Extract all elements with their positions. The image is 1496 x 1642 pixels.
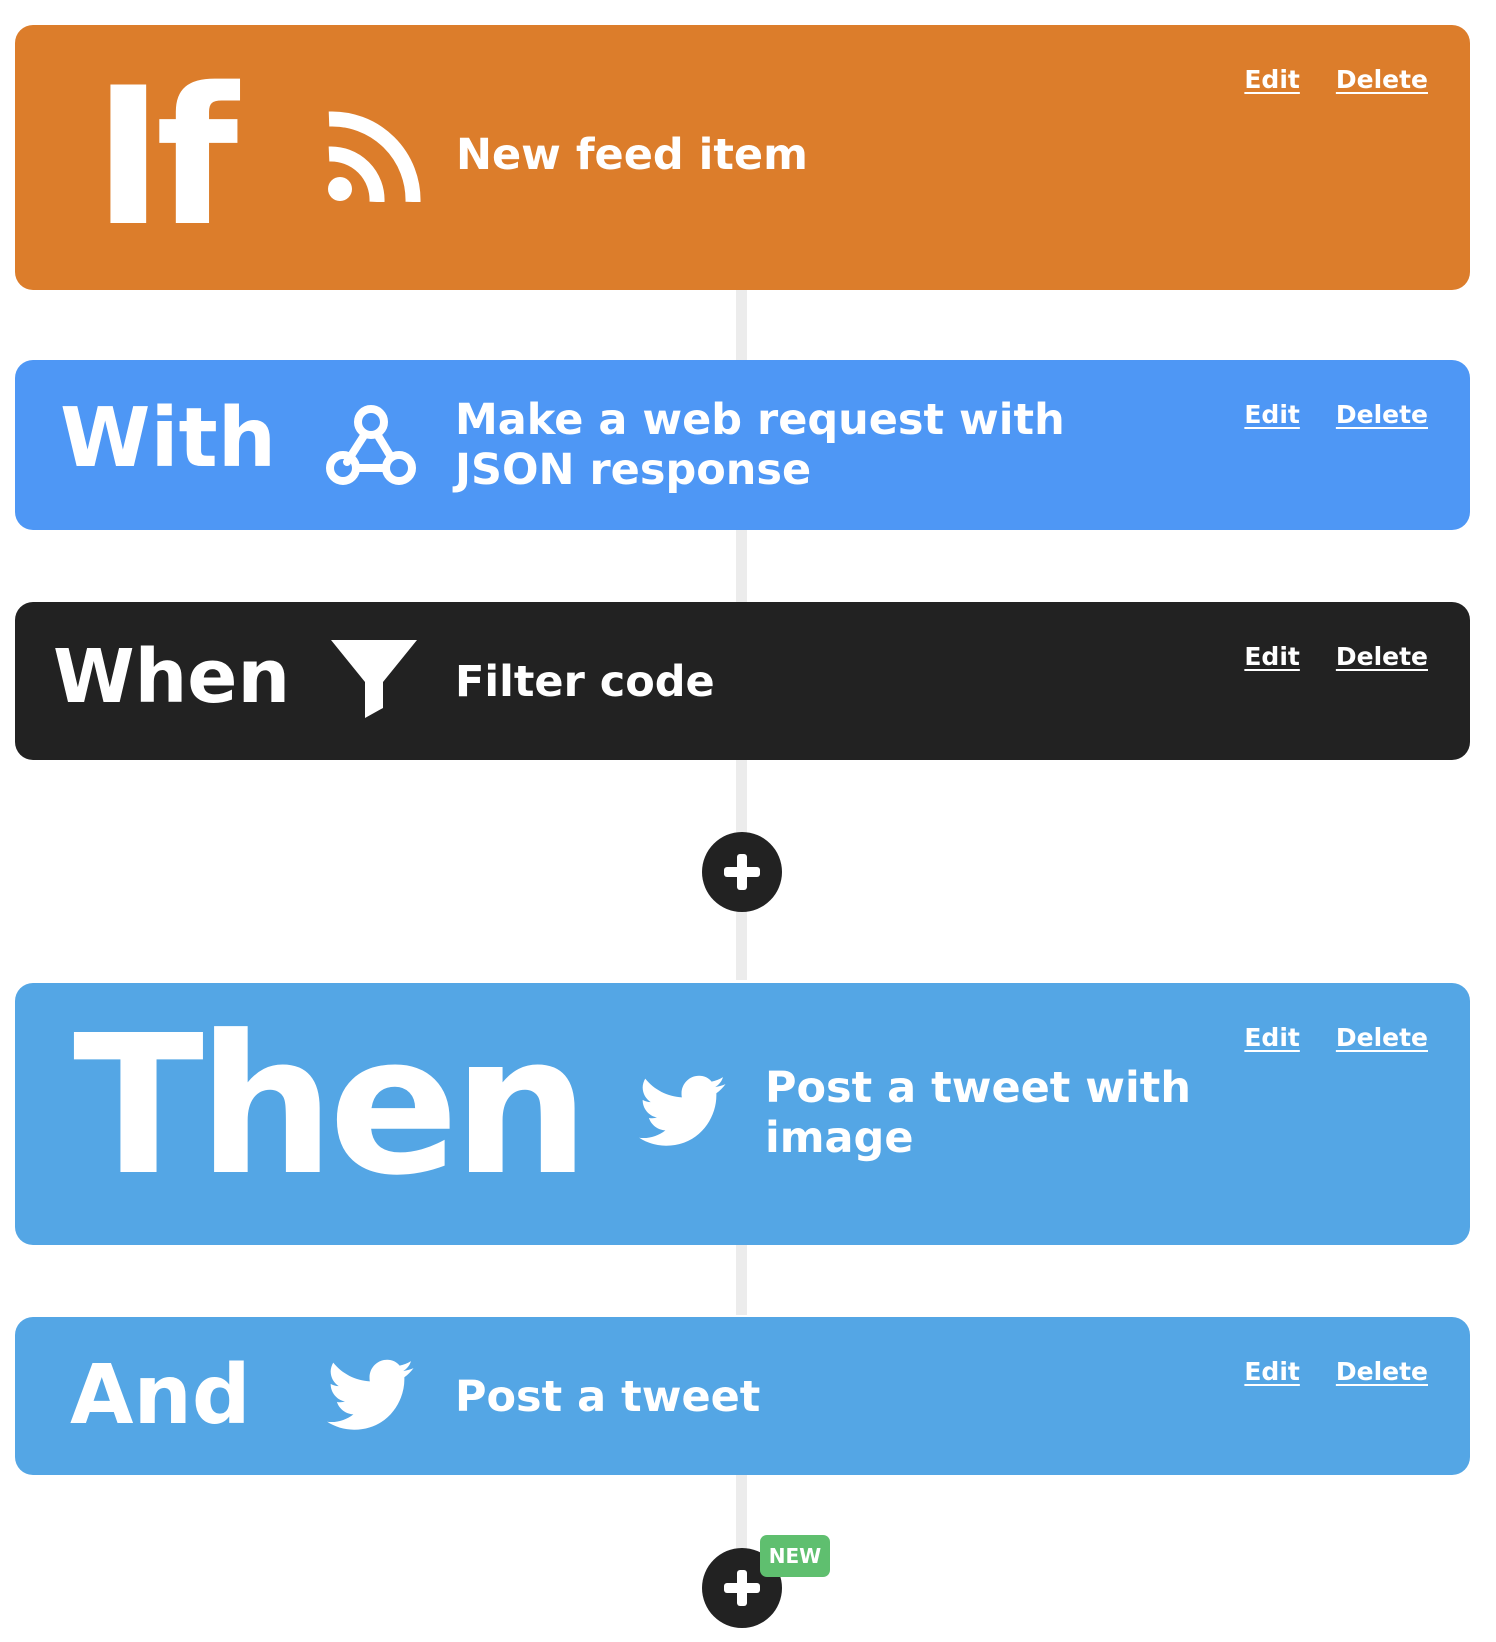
- filter-icon: [331, 640, 417, 720]
- connector-line: [736, 1245, 747, 1315]
- and-step-card: And Post a tweet Edit Delete: [15, 1317, 1470, 1475]
- webhook-icon: [325, 402, 417, 490]
- step-keyword: When: [53, 634, 291, 720]
- step-keyword: And: [70, 1348, 251, 1443]
- when-step-card: When Filter code Edit Delete: [15, 602, 1470, 760]
- delete-link[interactable]: Delete: [1336, 65, 1428, 94]
- step-action-title: New feed item: [456, 130, 808, 180]
- delete-link[interactable]: Delete: [1336, 642, 1428, 671]
- connector-line: [736, 290, 747, 360]
- step-action-title: Filter code: [455, 657, 715, 707]
- step-action-title: Post a tweet with image: [765, 1063, 1191, 1163]
- new-badge: NEW: [760, 1535, 830, 1577]
- delete-link[interactable]: Delete: [1336, 1357, 1428, 1386]
- add-step-button[interactable]: [702, 832, 782, 912]
- step-links: Edit Delete: [1244, 65, 1428, 94]
- step-action-title: Post a tweet: [455, 1372, 761, 1422]
- connector-line: [736, 530, 747, 602]
- if-step-card: If New feed item Edit Delete: [15, 25, 1470, 290]
- then-step-card: Then Post a tweet with image Edit Delete: [15, 983, 1470, 1245]
- connector-line: [736, 1475, 747, 1555]
- twitter-icon: [327, 1359, 415, 1433]
- edit-link[interactable]: Edit: [1244, 400, 1300, 429]
- edit-link[interactable]: Edit: [1244, 1023, 1300, 1052]
- rss-icon: [327, 110, 421, 202]
- delete-link[interactable]: Delete: [1336, 1023, 1428, 1052]
- step-keyword: Then: [73, 995, 590, 1218]
- step-keyword: With: [60, 391, 277, 486]
- step-links: Edit Delete: [1244, 400, 1428, 429]
- step-links: Edit Delete: [1244, 642, 1428, 671]
- plus-icon: [724, 854, 760, 890]
- plus-icon: [724, 1570, 760, 1606]
- with-step-card: With Make a web request with JSON respon…: [15, 360, 1470, 530]
- step-action-title: Make a web request with JSON response: [455, 395, 1065, 495]
- step-links: Edit Delete: [1244, 1357, 1428, 1386]
- step-keyword: If: [93, 47, 238, 268]
- twitter-icon: [639, 1075, 727, 1149]
- step-links: Edit Delete: [1244, 1023, 1428, 1052]
- edit-link[interactable]: Edit: [1244, 1357, 1300, 1386]
- edit-link[interactable]: Edit: [1244, 65, 1300, 94]
- delete-link[interactable]: Delete: [1336, 400, 1428, 429]
- edit-link[interactable]: Edit: [1244, 642, 1300, 671]
